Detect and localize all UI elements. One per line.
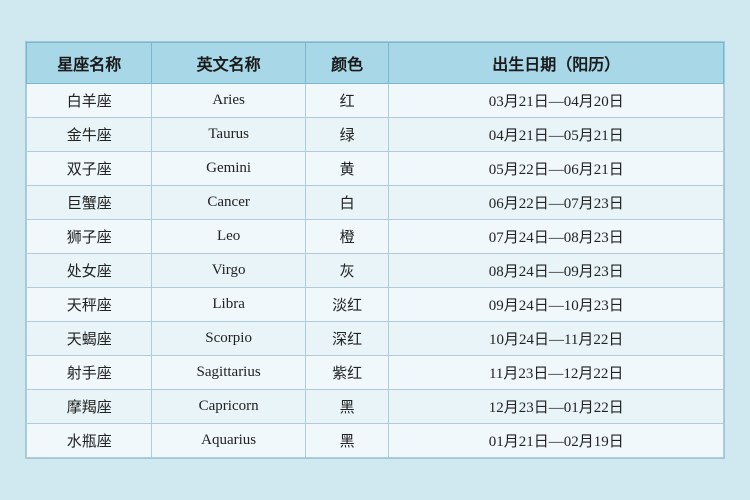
- cell-english: Virgo: [152, 254, 305, 288]
- cell-date: 11月23日—12月22日: [389, 356, 724, 390]
- cell-english: Gemini: [152, 152, 305, 186]
- cell-english: Sagittarius: [152, 356, 305, 390]
- cell-color: 橙: [305, 220, 389, 254]
- cell-color: 淡红: [305, 288, 389, 322]
- cell-date: 04月21日—05月21日: [389, 118, 724, 152]
- table-row: 双子座Gemini黄05月22日—06月21日: [27, 152, 724, 186]
- cell-date: 07月24日—08月23日: [389, 220, 724, 254]
- table-row: 摩羯座Capricorn黑12月23日—01月22日: [27, 390, 724, 424]
- cell-chinese: 白羊座: [27, 84, 152, 118]
- cell-color: 灰: [305, 254, 389, 288]
- cell-color: 黑: [305, 390, 389, 424]
- header-date: 出生日期（阳历）: [389, 43, 724, 84]
- cell-chinese: 射手座: [27, 356, 152, 390]
- table-row: 射手座Sagittarius紫红11月23日—12月22日: [27, 356, 724, 390]
- cell-color: 红: [305, 84, 389, 118]
- cell-english: Cancer: [152, 186, 305, 220]
- cell-color: 黄: [305, 152, 389, 186]
- cell-color: 绿: [305, 118, 389, 152]
- cell-chinese: 狮子座: [27, 220, 152, 254]
- cell-date: 01月21日—02月19日: [389, 424, 724, 458]
- cell-chinese: 水瓶座: [27, 424, 152, 458]
- header-chinese: 星座名称: [27, 43, 152, 84]
- cell-color: 白: [305, 186, 389, 220]
- table-header-row: 星座名称 英文名称 颜色 出生日期（阳历）: [27, 43, 724, 84]
- table-row: 金牛座Taurus绿04月21日—05月21日: [27, 118, 724, 152]
- cell-english: Libra: [152, 288, 305, 322]
- zodiac-table: 星座名称 英文名称 颜色 出生日期（阳历） 白羊座Aries红03月21日—04…: [26, 42, 724, 458]
- cell-english: Capricorn: [152, 390, 305, 424]
- cell-date: 05月22日—06月21日: [389, 152, 724, 186]
- cell-chinese: 天蝎座: [27, 322, 152, 356]
- table-row: 白羊座Aries红03月21日—04月20日: [27, 84, 724, 118]
- cell-chinese: 处女座: [27, 254, 152, 288]
- zodiac-table-wrapper: 星座名称 英文名称 颜色 出生日期（阳历） 白羊座Aries红03月21日—04…: [25, 41, 725, 459]
- cell-english: Leo: [152, 220, 305, 254]
- cell-chinese: 摩羯座: [27, 390, 152, 424]
- cell-date: 10月24日—11月22日: [389, 322, 724, 356]
- cell-date: 08月24日—09月23日: [389, 254, 724, 288]
- header-english: 英文名称: [152, 43, 305, 84]
- cell-english: Scorpio: [152, 322, 305, 356]
- cell-english: Aries: [152, 84, 305, 118]
- table-row: 巨蟹座Cancer白06月22日—07月23日: [27, 186, 724, 220]
- header-color: 颜色: [305, 43, 389, 84]
- table-body: 白羊座Aries红03月21日—04月20日金牛座Taurus绿04月21日—0…: [27, 84, 724, 458]
- cell-english: Aquarius: [152, 424, 305, 458]
- cell-chinese: 双子座: [27, 152, 152, 186]
- cell-date: 09月24日—10月23日: [389, 288, 724, 322]
- cell-chinese: 巨蟹座: [27, 186, 152, 220]
- cell-color: 紫红: [305, 356, 389, 390]
- cell-date: 03月21日—04月20日: [389, 84, 724, 118]
- cell-chinese: 天秤座: [27, 288, 152, 322]
- table-row: 天蝎座Scorpio深红10月24日—11月22日: [27, 322, 724, 356]
- cell-chinese: 金牛座: [27, 118, 152, 152]
- cell-color: 深红: [305, 322, 389, 356]
- cell-english: Taurus: [152, 118, 305, 152]
- cell-date: 06月22日—07月23日: [389, 186, 724, 220]
- cell-color: 黑: [305, 424, 389, 458]
- table-row: 天秤座Libra淡红09月24日—10月23日: [27, 288, 724, 322]
- table-row: 狮子座Leo橙07月24日—08月23日: [27, 220, 724, 254]
- table-row: 水瓶座Aquarius黑01月21日—02月19日: [27, 424, 724, 458]
- table-row: 处女座Virgo灰08月24日—09月23日: [27, 254, 724, 288]
- cell-date: 12月23日—01月22日: [389, 390, 724, 424]
